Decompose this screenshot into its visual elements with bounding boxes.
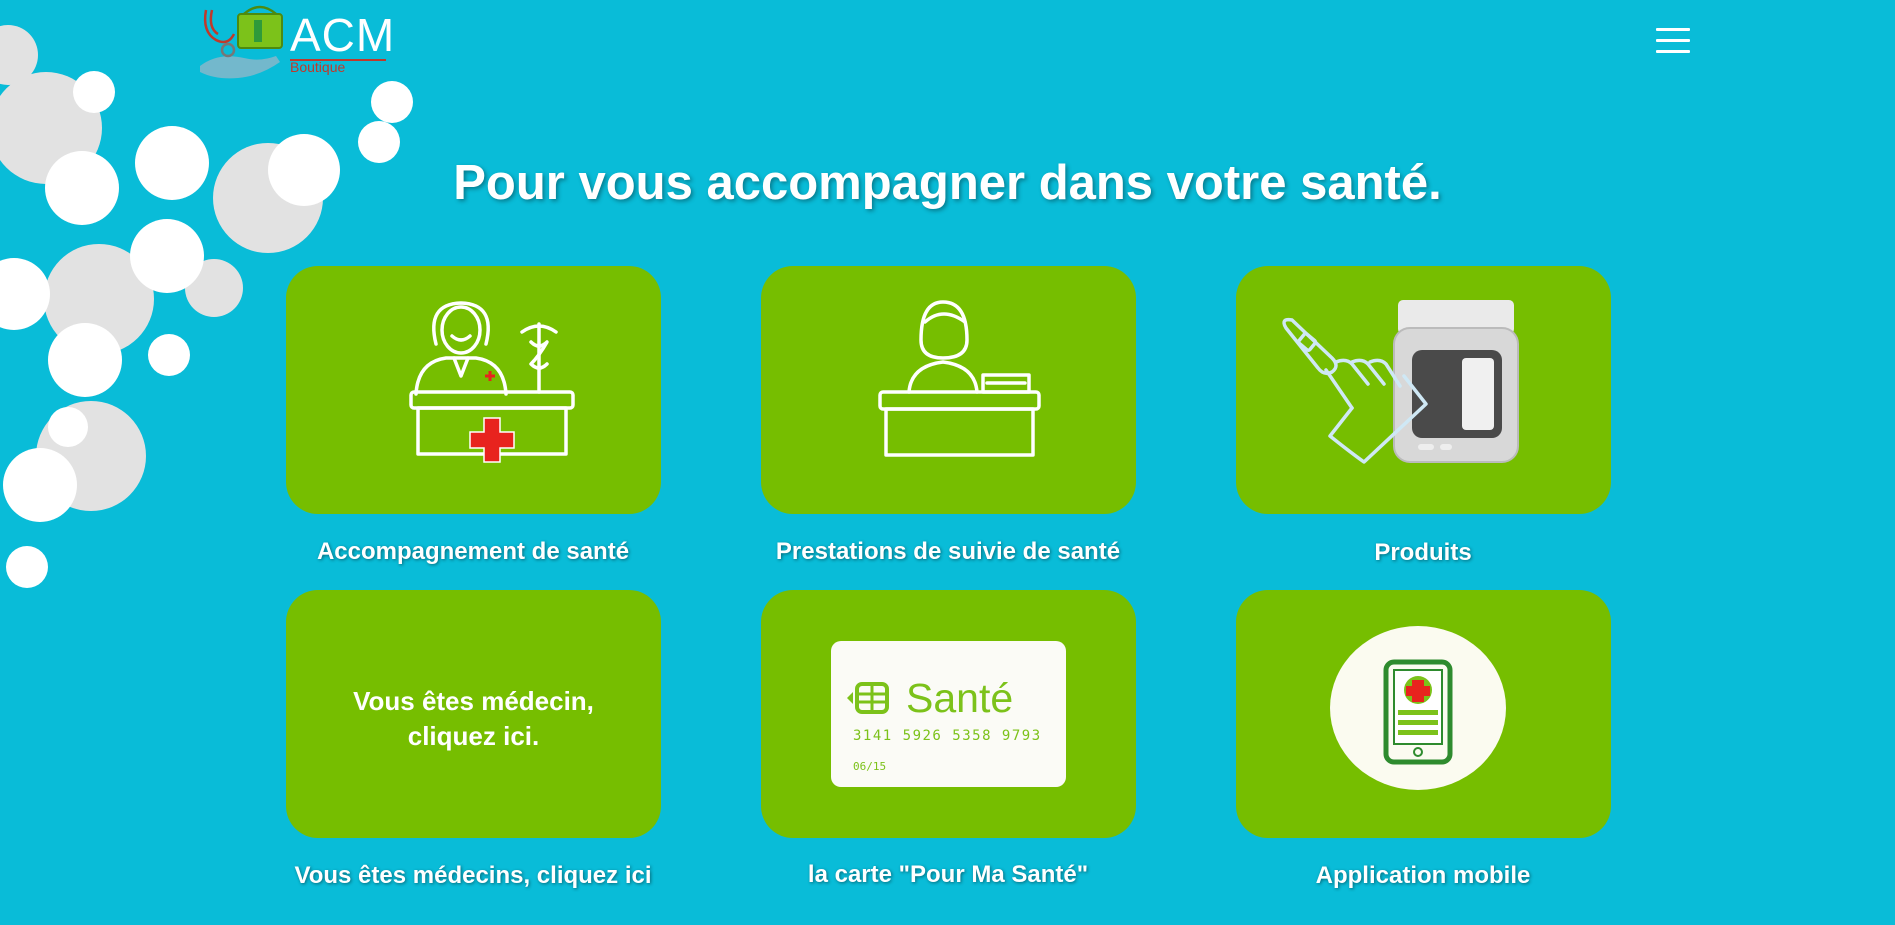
caption-accompagnement[interactable]: Accompagnement de santé: [263, 538, 683, 566]
card-number: 3141 5926 5358 9793: [853, 728, 1042, 744]
menu-line: [1656, 28, 1690, 31]
oximeter-and-medicine-bottle-icon: [1282, 300, 1519, 464]
card-accompagnement[interactable]: [286, 266, 661, 514]
card-chip-icon: [847, 682, 889, 714]
receptionist-at-desk-icon: [878, 300, 1041, 457]
menu-line: [1656, 39, 1690, 42]
logo-title: ACM: [290, 9, 396, 61]
card-prestations[interactable]: [761, 266, 1136, 514]
mobile-phone-medical-icon: [1330, 626, 1506, 790]
caption-application[interactable]: Application mobile: [1213, 862, 1633, 890]
card-medecins[interactable]: Vous êtes médecin, cliquez ici.: [286, 590, 661, 838]
caption-prestations[interactable]: Prestations de suivie de santé: [738, 538, 1158, 566]
card-medecins-text: Vous êtes médecin, cliquez ici.: [353, 686, 594, 751]
card-carte-sante[interactable]: Santé 3141 5926 5358 9793 06/15: [761, 590, 1136, 838]
card-application[interactable]: [1236, 590, 1611, 838]
health-card-icon: Santé 3141 5926 5358 9793 06/15: [831, 641, 1066, 787]
card-title: Santé: [906, 675, 1014, 721]
caption-carte[interactable]: la carte "Pour Ma Santé": [738, 861, 1158, 889]
card-produits[interactable]: [1236, 266, 1611, 514]
hamburger-menu-icon[interactable]: [1656, 28, 1690, 58]
menu-line: [1656, 50, 1690, 53]
card-expiry: 06/15: [853, 760, 887, 773]
pharmacist-at-counter-icon: [409, 301, 575, 463]
caption-produits[interactable]: Produits: [1213, 539, 1633, 567]
logo-subtitle: Boutique: [290, 59, 346, 75]
page-headline: Pour vous accompagner dans votre santé.: [453, 156, 1442, 210]
caption-medecins[interactable]: Vous êtes médecins, cliquez ici: [263, 862, 683, 890]
